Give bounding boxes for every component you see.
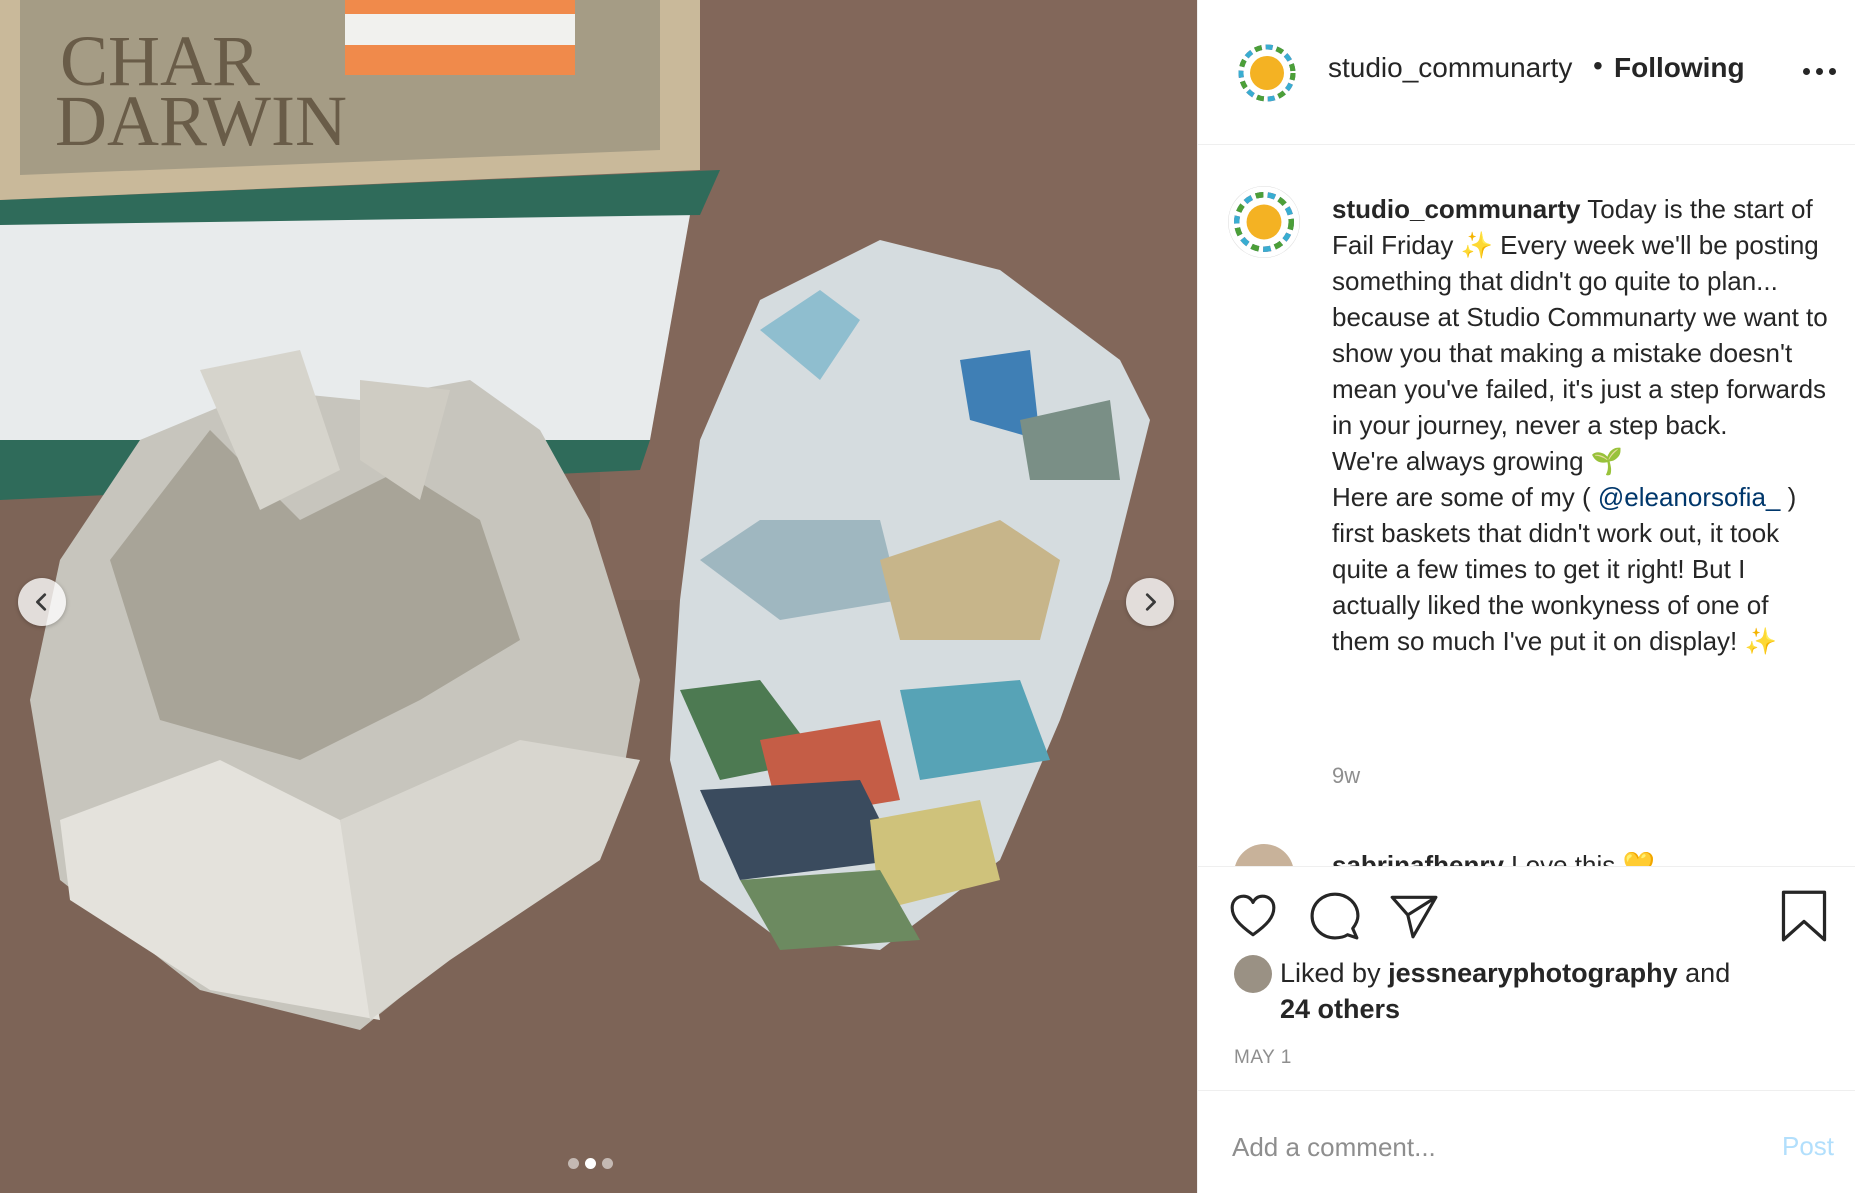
liked-by-label: Liked by — [1280, 958, 1389, 988]
caption-text-1: Today is the start of Fail Friday ✨ Ever… — [1332, 194, 1828, 440]
caption-text-2: We're always growing 🌱 — [1332, 446, 1624, 476]
carousel-indicator — [568, 1158, 613, 1169]
liker-avatar[interactable] — [1234, 955, 1272, 993]
caption-text-3: Here are some of my ( — [1332, 482, 1598, 512]
comment-bubble-icon[interactable] — [1310, 891, 1360, 941]
next-image-button[interactable] — [1126, 578, 1174, 626]
comment-preview-text: sabrinafhenry Love this 💛 — [1332, 850, 1655, 866]
comment-form: Post — [1198, 1090, 1855, 1193]
post-photo: CHAR DARWIN — [0, 0, 1197, 1193]
following-button[interactable]: Following — [1614, 52, 1745, 84]
commenter-avatar[interactable] — [1234, 844, 1294, 866]
comment-username[interactable]: sabrinafhenry — [1332, 850, 1504, 866]
header-username[interactable]: studio_communarty — [1328, 52, 1572, 84]
profile-avatar[interactable] — [1234, 40, 1300, 106]
header-separator: • — [1593, 50, 1603, 81]
studio-logo-icon — [1234, 40, 1300, 106]
post-comment-button[interactable]: Post — [1782, 1131, 1834, 1162]
comment-input[interactable] — [1232, 1127, 1732, 1167]
carousel-dot — [568, 1158, 579, 1169]
previous-image-button[interactable] — [18, 578, 66, 626]
mention-link[interactable]: @eleanorsofia_ — [1598, 482, 1781, 512]
more-options-icon[interactable] — [1803, 64, 1837, 78]
post-date[interactable]: MAY 1 — [1234, 1047, 1292, 1069]
carousel-dot-active — [585, 1158, 596, 1169]
liked-by-others[interactable]: 24 others — [1280, 994, 1400, 1024]
chevron-left-icon — [36, 593, 47, 611]
heart-icon[interactable] — [1228, 891, 1278, 941]
bookmark-icon[interactable] — [1780, 889, 1828, 943]
chevron-right-icon — [1145, 593, 1156, 611]
comment-body: Love this 💛 — [1503, 850, 1655, 866]
post-sidebar: studio_communarty • Following studio_com… — [1197, 0, 1855, 1193]
likes-text: Liked by jessnearyphotography and 24 oth… — [1280, 955, 1800, 1027]
post-header: studio_communarty • Following — [1198, 0, 1855, 145]
baskets-photo: CHAR DARWIN — [0, 0, 1197, 1193]
liked-by-and: and — [1677, 958, 1731, 988]
comment-preview: sabrinafhenry Love this 💛 — [1198, 836, 1855, 866]
caption-time[interactable]: 9w — [1332, 763, 1360, 789]
carousel-dot — [602, 1158, 613, 1169]
caption-avatar[interactable] — [1228, 186, 1300, 258]
paper-plane-icon[interactable] — [1388, 891, 1438, 941]
post-actions: Liked by jessnearyphotography and 24 oth… — [1198, 866, 1855, 1096]
liked-by-user[interactable]: jessnearyphotography — [1388, 958, 1678, 988]
studio-logo-icon — [1228, 186, 1300, 258]
post-caption: studio_communarty Today is the start of … — [1332, 191, 1832, 659]
book-title-line2: DARWIN — [55, 81, 347, 161]
caption-section: studio_communarty Today is the start of … — [1198, 146, 1855, 866]
caption-username[interactable]: studio_communarty — [1332, 194, 1581, 224]
